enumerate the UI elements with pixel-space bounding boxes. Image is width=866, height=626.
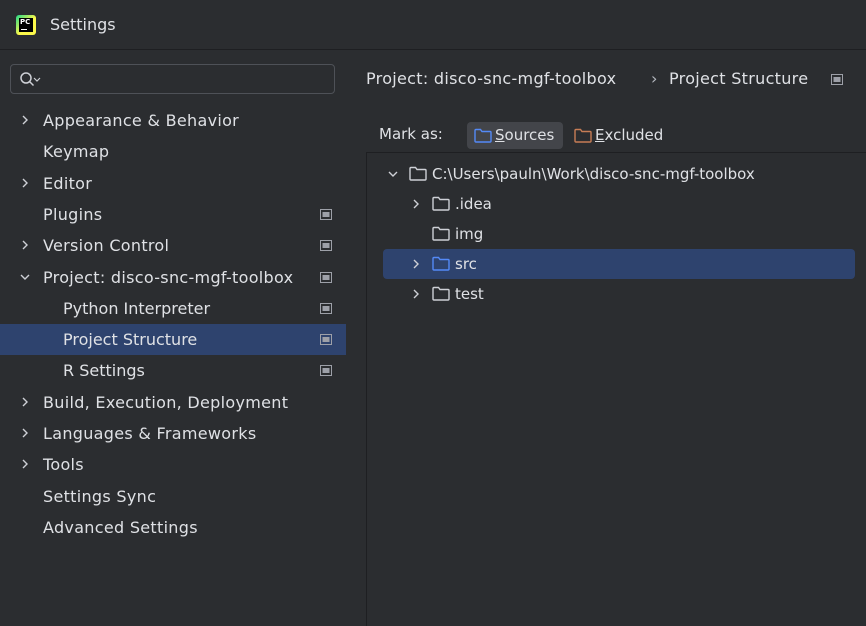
pycharm-logo-icon: PC [16, 15, 36, 35]
logo-text: PC [20, 18, 31, 26]
chevron-right-icon[interactable] [411, 289, 421, 299]
chevron-down-icon[interactable] [20, 272, 30, 282]
sidebar-item-label: Editor [43, 173, 93, 193]
sidebar-item-editor[interactable]: Editor [0, 168, 346, 199]
toolbar-divider [366, 152, 866, 153]
sidebar-item-build-execution-deployment[interactable]: Build, Execution, Deployment [0, 387, 346, 418]
sidebar-item-advanced-settings[interactable]: Advanced Settings [0, 512, 346, 543]
sidebar-item-label: Appearance & Behavior [43, 111, 240, 130]
chevron-right-icon[interactable] [20, 428, 30, 438]
mark-excluded-button[interactable]: Excluded [567, 122, 671, 149]
sidebar-item-python-interpreter[interactable]: Python Interpreter [0, 293, 346, 324]
sidebar-item-appearance-behavior[interactable]: Appearance & Behavior [0, 105, 346, 136]
folder-icon [409, 166, 427, 181]
sidebar-item-project-structure[interactable]: Project Structure [0, 324, 346, 356]
sidebar-item-label: Python Interpreter [63, 298, 211, 318]
source-folder-icon [432, 256, 450, 271]
tree-left-border [366, 152, 367, 626]
folder-name: img [455, 225, 484, 243]
folder-name: .idea [455, 195, 492, 213]
search-icon[interactable] [19, 71, 43, 89]
tree-folder-idea[interactable]: .idea [383, 189, 855, 219]
sidebar-item-label: Keymap [43, 142, 110, 162]
sidebar-item-r-settings[interactable]: R Settings [0, 355, 346, 386]
sidebar-item-label: Advanced Settings [43, 517, 198, 537]
sidebar-item-plugins[interactable]: Plugins [0, 199, 346, 230]
mark-as-label: Mark as: [379, 125, 443, 143]
sidebar-item-label: Languages & Frameworks [43, 424, 257, 443]
chevron-right-icon[interactable] [411, 199, 421, 209]
search-field[interactable] [10, 64, 335, 94]
project-level-icon [320, 365, 332, 377]
window-title: Settings [50, 15, 116, 34]
project-level-icon [831, 74, 843, 85]
chevron-right-icon[interactable] [20, 115, 30, 125]
tree-folder-test[interactable]: test [383, 279, 855, 309]
sidebar-item-languages-frameworks[interactable]: Languages & Frameworks [0, 418, 346, 449]
source-folder-icon [474, 128, 492, 143]
excluded-label: xcluded [604, 126, 664, 144]
folder-icon [432, 286, 450, 301]
sources-label: ources [504, 126, 555, 144]
sidebar-item-settings-sync[interactable]: Settings Sync [0, 481, 346, 512]
chevron-right-icon[interactable] [20, 240, 30, 250]
sidebar-item-label: Build, Execution, Deployment [43, 392, 289, 412]
folder-name: src [455, 255, 477, 273]
sidebar-item-label: Project: disco-snc-mgf-toolbox [43, 267, 294, 287]
folder-icon [432, 196, 450, 211]
mark-sources-button[interactable]: Sources [467, 122, 563, 149]
tree-root-folder[interactable]: C:\Users\pauln\Work\disco-snc-mgf-toolbo… [383, 159, 855, 189]
sidebar-item-label: Plugins [43, 204, 103, 224]
sources-mnemonic: S [495, 126, 505, 144]
breadcrumb-separator: › [651, 69, 658, 88]
folder-name: test [455, 285, 484, 303]
project-level-icon [320, 208, 332, 220]
sidebar-item-keymap[interactable]: Keymap [0, 136, 346, 167]
search-input[interactable] [45, 69, 325, 89]
sidebar-item-version-control[interactable]: Version Control [0, 230, 346, 261]
excluded-folder-icon [574, 128, 592, 143]
chevron-right-icon[interactable] [20, 397, 30, 407]
sidebar-item-tools[interactable]: Tools [0, 449, 346, 480]
breadcrumb-current: Project Structure [669, 69, 809, 88]
title-bar: PC Settings [0, 0, 866, 50]
sidebar-item-label: Tools [43, 455, 84, 475]
chevron-right-icon[interactable] [20, 178, 30, 188]
tree-folder-img[interactable]: img [383, 219, 855, 249]
breadcrumb-parent[interactable]: Project: disco-snc-mgf-toolbox [366, 66, 616, 92]
folder-name: C:\Users\pauln\Work\disco-snc-mgf-toolbo… [432, 165, 755, 183]
sidebar-item-label: Project Structure [63, 330, 198, 350]
project-level-icon [320, 271, 332, 283]
chevron-right-icon[interactable] [411, 259, 421, 269]
chevron-right-icon[interactable] [20, 459, 30, 469]
tree-folder-src[interactable]: src [383, 249, 855, 279]
sidebar-item-project-disco-snc-mgf-toolbox[interactable]: Project: disco-snc-mgf-toolbox [0, 262, 346, 293]
project-level-icon [320, 302, 332, 314]
sidebar-item-label: Settings Sync [43, 486, 157, 506]
folder-icon [432, 226, 450, 241]
sidebar-item-label: Version Control [43, 236, 170, 256]
project-level-icon [320, 334, 332, 346]
project-level-icon [320, 240, 332, 252]
sidebar-item-label: R Settings [63, 361, 145, 381]
chevron-down-icon[interactable] [388, 169, 398, 179]
